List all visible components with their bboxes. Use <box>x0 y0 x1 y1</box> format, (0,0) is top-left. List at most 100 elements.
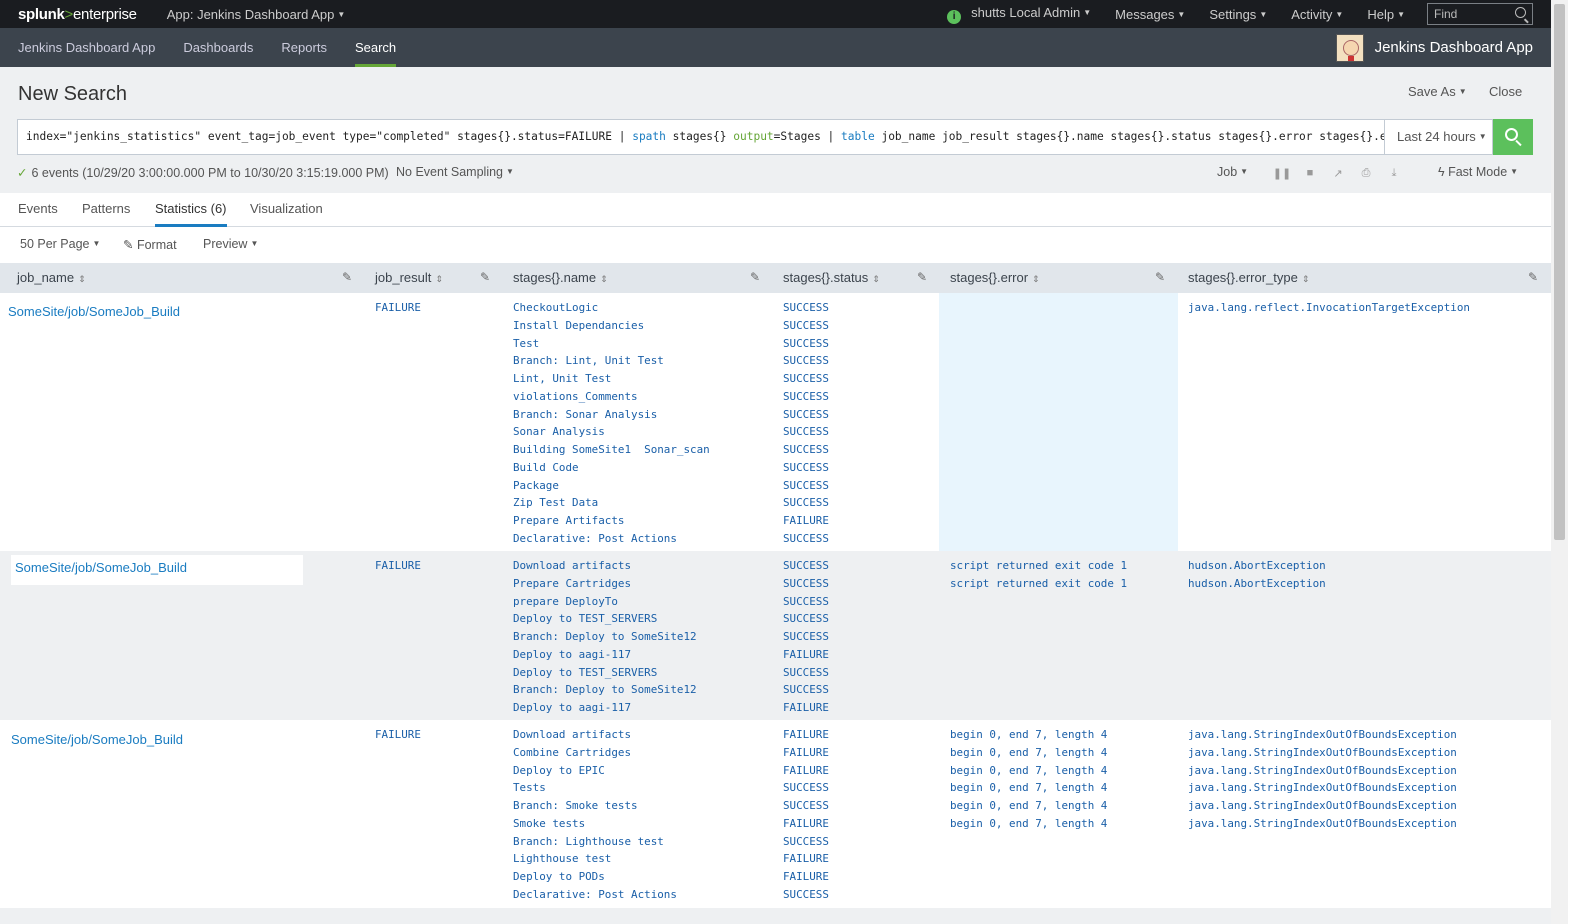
job-name-link[interactable]: SomeSite/job/SomeJob_Build <box>11 732 183 747</box>
stage-status[interactable]: SUCCESS <box>783 664 829 682</box>
error-message[interactable]: script returned exit code 1 <box>950 557 1127 575</box>
print-icon[interactable]: ⎙ <box>1352 167 1380 180</box>
error-type[interactable]: java.lang.StringIndexOutOfBoundsExceptio… <box>1188 815 1457 833</box>
stage-status[interactable]: SUCCESS <box>783 352 829 370</box>
event-sampling-menu[interactable]: No Event Sampling ▼ <box>396 165 514 179</box>
pencil-icon[interactable]: ✎ <box>917 270 927 284</box>
error-message[interactable]: begin 0, end 7, length 4 <box>950 726 1107 744</box>
splunk-logo[interactable]: splunk>enterprise <box>18 6 137 23</box>
stage-status[interactable]: SUCCESS <box>783 557 829 575</box>
job-name-link[interactable]: SomeSite/job/SomeJob_Build <box>11 555 303 585</box>
error-message[interactable]: begin 0, end 7, length 4 <box>950 744 1107 762</box>
stage-status[interactable]: SUCCESS <box>783 628 829 646</box>
stage-status[interactable]: SUCCESS <box>783 388 829 406</box>
error-type[interactable]: java.lang.StringIndexOutOfBoundsExceptio… <box>1188 797 1457 815</box>
stage-status[interactable]: SUCCESS <box>783 299 829 317</box>
error-type[interactable]: java.lang.StringIndexOutOfBoundsExceptio… <box>1188 726 1457 744</box>
table-row[interactable]: SomeSite/job/SomeJob_Build FAILURE Downl… <box>0 551 1551 720</box>
tab-visualization[interactable]: Visualization <box>250 201 323 216</box>
stage-name[interactable]: Building SomeSite1 Sonar_scan <box>513 441 710 459</box>
stage-name[interactable]: Lighthouse test <box>513 850 677 868</box>
tab-patterns[interactable]: Patterns <box>82 201 130 216</box>
stage-status[interactable]: SUCCESS <box>783 610 829 628</box>
stage-status[interactable]: FAILURE <box>783 850 829 868</box>
stage-name[interactable]: Branch: Deploy to SomeSite12 <box>513 628 697 646</box>
error-type[interactable]: hudson.AbortException <box>1188 575 1326 593</box>
tab-events[interactable]: Events <box>18 201 58 216</box>
error-type[interactable]: hudson.AbortException <box>1188 557 1326 575</box>
stage-name[interactable]: Download artifacts <box>513 557 697 575</box>
stage-name[interactable]: Deploy to PODs <box>513 868 677 886</box>
search-submit-button[interactable] <box>1493 119 1533 155</box>
stage-name[interactable]: CheckoutLogic <box>513 299 710 317</box>
column-header[interactable]: job_result ⇕ <box>375 270 443 285</box>
stage-status[interactable]: SUCCESS <box>783 370 829 388</box>
stage-name[interactable]: Install Dependancies <box>513 317 710 335</box>
stage-name[interactable]: Combine Cartridges <box>513 744 677 762</box>
stage-name[interactable]: Smoke tests <box>513 815 677 833</box>
time-range-picker[interactable]: Last 24 hours ▼ <box>1385 119 1493 155</box>
messages-menu[interactable]: Messages ▼ <box>1115 7 1185 22</box>
search-mode-menu[interactable]: ϟ Fast Mode ▼ <box>1438 165 1518 179</box>
error-message[interactable]: begin 0, end 7, length 4 <box>950 779 1107 797</box>
nav-jenkins-dashboard-app[interactable]: Jenkins Dashboard App <box>18 28 155 67</box>
stage-name[interactable]: Prepare Artifacts <box>513 512 710 530</box>
column-header[interactable]: job_name ⇕ <box>17 270 86 285</box>
page-scrollbar[interactable] <box>1551 0 1568 924</box>
table-row[interactable]: SomeSite/job/SomeJob_Build FAILURE Check… <box>0 293 1551 551</box>
stage-status[interactable]: SUCCESS <box>783 575 829 593</box>
stage-name[interactable]: violations_Comments <box>513 388 710 406</box>
stage-status[interactable]: FAILURE <box>783 744 829 762</box>
stage-status[interactable]: SUCCESS <box>783 833 829 851</box>
scrollbar-thumb[interactable] <box>1554 4 1565 540</box>
stage-name[interactable]: Declarative: Post Actions <box>513 886 677 904</box>
pencil-icon[interactable]: ✎ <box>342 270 352 284</box>
error-message[interactable]: script returned exit code 1 <box>950 575 1127 593</box>
stage-name[interactable]: Declarative: Post Actions <box>513 530 710 548</box>
stage-name[interactable]: Deploy to aagi-117 <box>513 646 697 664</box>
help-menu[interactable]: Help ▼ <box>1367 7 1405 22</box>
preview-menu[interactable]: Preview ▼ <box>203 237 258 251</box>
stage-status[interactable]: FAILURE <box>783 762 829 780</box>
nav-reports[interactable]: Reports <box>281 28 327 67</box>
stage-name[interactable]: Sonar Analysis <box>513 423 710 441</box>
error-type[interactable]: java.lang.StringIndexOutOfBoundsExceptio… <box>1188 744 1457 762</box>
stage-name[interactable]: Deploy to aagi-117 <box>513 699 697 717</box>
stage-name[interactable]: Lint, Unit Test <box>513 370 710 388</box>
stage-name[interactable]: Branch: Sonar Analysis <box>513 406 710 424</box>
stage-name[interactable]: Prepare Cartridges <box>513 575 697 593</box>
stage-name[interactable]: Test <box>513 335 710 353</box>
column-header[interactable]: stages{}.error_type ⇕ <box>1188 270 1309 285</box>
format-button[interactable]: ✎ Format <box>123 237 177 252</box>
save-as-button[interactable]: Save As ▼ <box>1408 84 1467 99</box>
error-type[interactable]: java.lang.StringIndexOutOfBoundsExceptio… <box>1188 762 1457 780</box>
pencil-icon[interactable]: ✎ <box>480 270 490 284</box>
stage-status[interactable]: FAILURE <box>783 646 829 664</box>
stage-name[interactable]: Deploy to EPIC <box>513 762 677 780</box>
nav-dashboards[interactable]: Dashboards <box>183 28 253 67</box>
stage-status[interactable]: SUCCESS <box>783 530 829 548</box>
stage-status[interactable]: SUCCESS <box>783 317 829 335</box>
stage-status[interactable]: SUCCESS <box>783 335 829 353</box>
stage-status[interactable]: SUCCESS <box>783 441 829 459</box>
stage-name[interactable]: Download artifacts <box>513 726 677 744</box>
stage-status[interactable]: FAILURE <box>783 512 829 530</box>
stage-status[interactable]: SUCCESS <box>783 423 829 441</box>
pencil-icon[interactable]: ✎ <box>1528 270 1538 284</box>
stage-name[interactable]: Build Code <box>513 459 710 477</box>
tab-statistics[interactable]: Statistics (6) <box>155 201 227 227</box>
stage-status[interactable]: FAILURE <box>783 815 829 833</box>
table-row[interactable]: SomeSite/job/SomeJob_Build FAILURE Downl… <box>0 720 1551 908</box>
search-query-input[interactable]: index="jenkins_statistics" event_tag=job… <box>17 119 1385 155</box>
stage-status[interactable]: SUCCESS <box>783 681 829 699</box>
error-message[interactable]: begin 0, end 7, length 4 <box>950 815 1107 833</box>
nav-search[interactable]: Search <box>354 28 397 67</box>
pencil-icon[interactable]: ✎ <box>750 270 760 284</box>
column-header[interactable]: stages{}.name ⇕ <box>513 270 608 285</box>
per-page-menu[interactable]: 50 Per Page ▼ <box>20 237 100 251</box>
close-button[interactable]: Close <box>1489 84 1522 99</box>
activity-menu[interactable]: Activity ▼ <box>1291 7 1343 22</box>
stage-status[interactable]: FAILURE <box>783 868 829 886</box>
stage-status[interactable]: SUCCESS <box>783 886 829 904</box>
share-icon[interactable]: ↗ <box>1324 167 1352 180</box>
